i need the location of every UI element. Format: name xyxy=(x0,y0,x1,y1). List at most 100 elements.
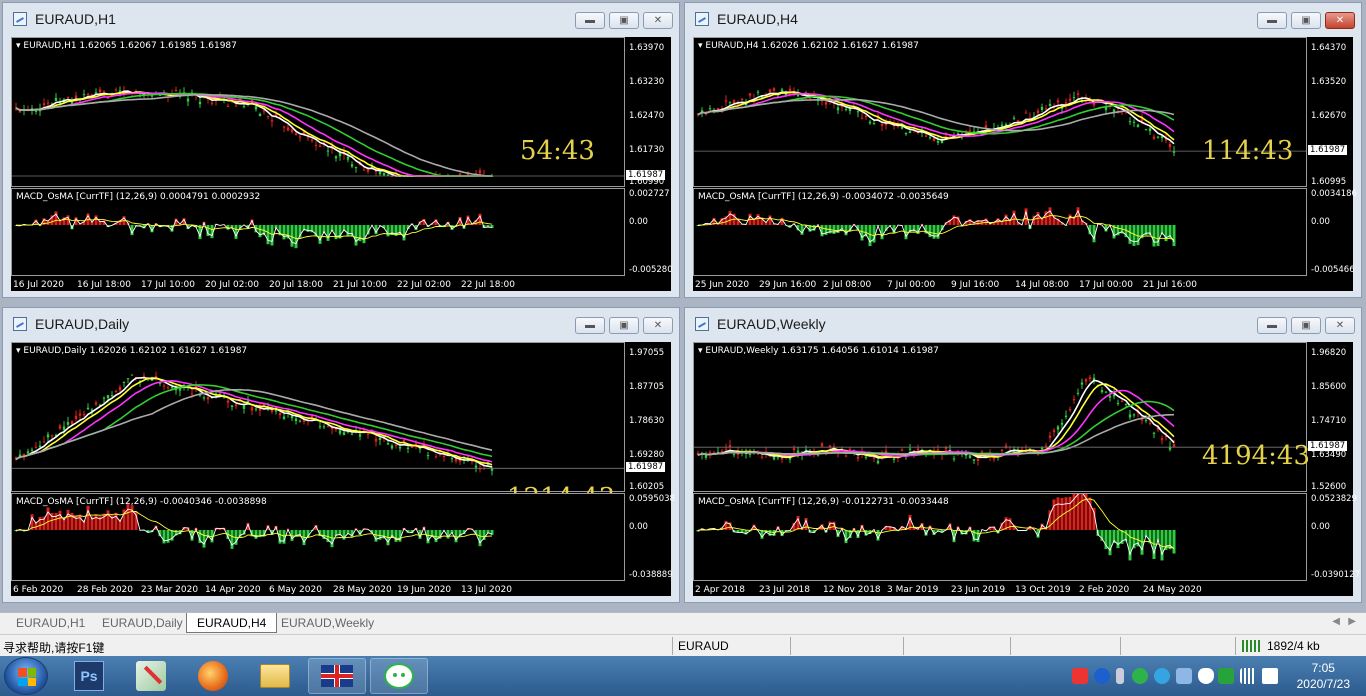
security-icon[interactable] xyxy=(1218,668,1234,684)
macd-tick-label: -0.0390127 xyxy=(1311,570,1361,580)
chart-tab-bar: EURAUD,H1 EURAUD,Daily EURAUD,H4 EURAUD,… xyxy=(0,612,1366,634)
price-scale[interactable]: 1.63970 1.63230 1.62470 1.61730 1.60990 1.619… xyxy=(625,37,675,277)
tab-euraud-h1[interactable]: EURAUD,H1 xyxy=(6,613,95,633)
candle-body xyxy=(1148,423,1152,425)
price-scale[interactable]: 1.643701.635201.626701.618201.609951.619… xyxy=(1307,37,1357,277)
signal-icon[interactable] xyxy=(1240,668,1256,684)
price-scale[interactable]: 1.97055 1.87705 1.78630 1.69280 1.60205 1.619… xyxy=(625,342,675,582)
candle-body xyxy=(66,96,70,98)
chart-area[interactable]: ▾ EURAUD,Weekly 1.63175 1.64056 1.61014 … xyxy=(693,342,1360,596)
macd-pane[interactable]: MACD_OsMA [CurrTF] (12,26,9) 0.0004791 0… xyxy=(11,188,625,276)
chart-window-weekly[interactable]: EURAUD,Weekly ▬ ▣ ✕ ▾ EURAUD,Weekly 1.63… xyxy=(684,307,1362,603)
close-button[interactable]: ✕ xyxy=(643,12,673,29)
volume-muted-icon[interactable] xyxy=(1262,668,1278,684)
macd-bar xyxy=(230,530,234,549)
macd-label: MACD_OsMA [CurrTF] (12,26,9) -0.0040346 … xyxy=(16,497,267,507)
price-pane[interactable]: ▾ EURAUD,Weekly 1.63175 1.64056 1.61014 … xyxy=(693,342,1310,492)
start-button[interactable] xyxy=(4,657,48,695)
maximize-button[interactable]: ▣ xyxy=(1291,12,1321,29)
maximize-button[interactable]: ▣ xyxy=(609,12,639,29)
clock-date: 2020/7/23 xyxy=(1296,677,1350,691)
macd-bar xyxy=(1076,494,1080,530)
candle-body xyxy=(254,408,258,410)
macd-bar xyxy=(362,225,366,244)
close-button[interactable]: ✕ xyxy=(1325,12,1355,29)
maximize-button[interactable]: ▣ xyxy=(609,317,639,334)
taskbar-clock[interactable]: 7:05 2020/7/23 xyxy=(1297,660,1350,692)
ohlc-label: ▾ EURAUD,H1 1.62065 1.62067 1.61985 1.61… xyxy=(16,41,237,51)
chart-window-icon xyxy=(13,12,27,26)
candle-body xyxy=(450,458,454,460)
chart-area[interactable]: ▾ EURAUD,H4 1.62026 1.62102 1.61627 1.61… xyxy=(693,37,1357,291)
date-scale[interactable]: 2 Apr 2018 23 Jul 2018 12 Nov 2018 3 Mar 20… xyxy=(693,582,1307,600)
folder-icon xyxy=(260,664,290,688)
chart-window-h1[interactable]: EURAUD,H1 ▬ ▣ ✕ ▾ EURAUD,H1 1.62065 1.62… xyxy=(2,2,680,298)
tab-euraud-daily[interactable]: EURAUD,Daily xyxy=(92,613,193,633)
minimize-button[interactable]: ▬ xyxy=(575,12,605,29)
macd-tick-label: 0.00 xyxy=(629,217,648,227)
taskbar-firefox[interactable] xyxy=(184,658,242,694)
date-scale[interactable]: 25 Jun 2020 29 Jun 16:00 2 Jul 08:00 7 Jul … xyxy=(693,277,1307,295)
price-scale[interactable]: 1.96820 1.85600 1.74710 1.63490 1.52600 1.619… xyxy=(1307,342,1361,582)
usb-icon[interactable] xyxy=(1116,668,1124,684)
chat-tray-icon[interactable] xyxy=(1154,668,1170,684)
window-title: EURAUD,Weekly xyxy=(717,316,826,332)
help-icon[interactable] xyxy=(1094,668,1110,684)
candle-body xyxy=(366,433,370,435)
tab-euraud-h4[interactable]: EURAUD,H4 xyxy=(186,613,278,633)
chart-window-daily[interactable]: EURAUD,Daily ▬ ▣ ✕ ▾ EURAUD,Daily 1.6202… xyxy=(2,307,680,603)
candle-body xyxy=(98,89,102,93)
candle-body xyxy=(334,156,338,159)
close-button[interactable]: ✕ xyxy=(643,317,673,334)
minimize-button[interactable]: ▬ xyxy=(1257,12,1287,29)
maximize-button[interactable]: ▣ xyxy=(1291,317,1321,334)
candle-body xyxy=(58,425,62,429)
candle-body xyxy=(258,113,262,117)
macd-pane[interactable]: MACD_OsMA [CurrTF] (12,26,9) -0.0122731 … xyxy=(693,493,1307,581)
candle-body xyxy=(1092,103,1096,106)
macd-tick-label: -0.005466 xyxy=(1311,265,1355,275)
taskbar-wechat[interactable] xyxy=(370,658,428,694)
minimize-button[interactable]: ▬ xyxy=(575,317,605,334)
candle-body xyxy=(442,456,446,458)
chart-area[interactable]: ▾ EURAUD,H1 1.62065 1.62067 1.61985 1.61… xyxy=(11,37,673,291)
network-monitor-icon[interactable] xyxy=(1176,668,1192,684)
date-tick-label: 23 Jul 2018 xyxy=(759,585,810,595)
macd-label: MACD_OsMA [CurrTF] (12,26,9) -0.0034072 … xyxy=(698,192,949,202)
current-price-label: 1.61987 xyxy=(626,462,666,473)
date-scale[interactable]: 16 Jul 2020 16 Jul 18:00 17 Jul 10:00 20 Ju… xyxy=(11,277,625,295)
price-pane[interactable]: ▾ EURAUD,H4 1.62026 1.62102 1.61627 1.61… xyxy=(693,37,1307,187)
chart-area[interactable]: ▾ EURAUD,Daily 1.62026 1.62102 1.61627 1… xyxy=(11,342,675,596)
price-pane[interactable]: ▾ EURAUD,Daily 1.62026 1.62102 1.61627 1… xyxy=(11,342,625,495)
macd-bar xyxy=(126,504,130,530)
date-tick-label: 28 Feb 2020 xyxy=(77,585,134,595)
sogou-ime-icon[interactable] xyxy=(1072,668,1088,684)
candle-body xyxy=(94,402,98,405)
candle-body xyxy=(748,453,752,455)
moving-average-line xyxy=(15,91,492,177)
close-button[interactable]: ✕ xyxy=(1325,317,1355,334)
taskbar-trading-terminal[interactable] xyxy=(308,658,366,694)
date-scale[interactable]: 6 Feb 2020 28 Feb 2020 23 Mar 2020 14 Apr 2… xyxy=(11,582,625,600)
shield-icon[interactable] xyxy=(1198,668,1214,684)
macd-bar xyxy=(166,530,170,543)
chart-window-h4[interactable]: EURAUD,H4 ▬ ▣ ✕ ▾ EURAUD,H4 1.62026 1.62… xyxy=(684,2,1362,298)
candle-body xyxy=(1160,438,1164,441)
candle-body xyxy=(1088,377,1092,380)
tab-euraud-weekly[interactable]: EURAUD,Weekly xyxy=(271,613,384,633)
candle-body xyxy=(150,95,154,97)
macd-pane[interactable]: MACD_OsMA [CurrTF] (12,26,9) -0.0034072 … xyxy=(693,188,1307,276)
taskbar-explorer[interactable] xyxy=(246,658,304,694)
tab-scroll-arrows[interactable]: ◀ ▶ xyxy=(1332,616,1356,627)
candle-body xyxy=(250,407,254,411)
taskbar-paint-tool[interactable] xyxy=(122,658,180,694)
candle-body xyxy=(50,435,54,437)
minimize-button[interactable]: ▬ xyxy=(1257,317,1287,334)
macd-bar xyxy=(386,225,390,237)
candle-body xyxy=(410,446,414,448)
taskbar-photoshop[interactable]: Ps xyxy=(60,658,118,694)
wechat-tray-icon[interactable] xyxy=(1132,668,1148,684)
candle-body xyxy=(844,109,848,111)
price-pane[interactable]: ▾ EURAUD,H1 1.62065 1.62067 1.61985 1.61… xyxy=(11,37,625,187)
macd-pane[interactable]: MACD_OsMA [CurrTF] (12,26,9) -0.0040346 … xyxy=(11,493,625,581)
